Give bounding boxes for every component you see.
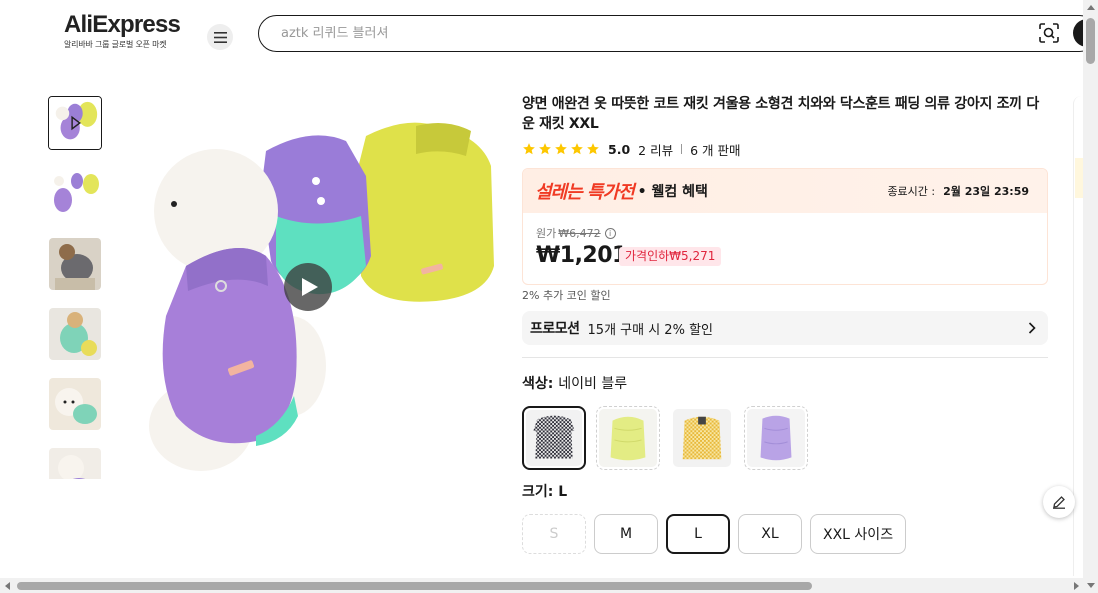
section-divider	[522, 357, 1048, 358]
coin-discount-text: 2% 추가 코인 할인	[522, 289, 611, 302]
color-swatches	[522, 406, 808, 470]
size-option-l[interactable]: L	[666, 514, 730, 554]
divider	[681, 144, 683, 154]
pencil-edit-icon	[1053, 496, 1065, 509]
thumbnail-2[interactable]	[49, 167, 101, 219]
product-title: 양면 애완견 옷 따뜻한 코트 재킷 겨울용 소형견 치와와 닥스훈트 패딩 의…	[522, 96, 1039, 132]
size-label-title: 크기:	[522, 484, 554, 500]
play-icon	[302, 278, 318, 296]
edit-button[interactable]	[1043, 486, 1075, 518]
promotion-row[interactable]: 프로모션 15개 구매 시 2% 할인	[522, 311, 1048, 345]
star-icon	[539, 143, 551, 155]
size-option-m[interactable]: M	[594, 514, 658, 554]
size-option-xl[interactable]: XL	[738, 514, 802, 554]
original-price-label: 원가	[536, 227, 557, 240]
rating-row: 5.0 2 리뷰 6 개 판매	[522, 140, 741, 158]
color-swatch-yellow-check[interactable]	[670, 406, 734, 470]
info-icon[interactable]: i	[604, 227, 616, 239]
thumbnail-5[interactable]	[49, 378, 101, 430]
current-price: ₩1,201	[536, 243, 627, 268]
deal-end-label: 종료시간 :	[887, 185, 936, 198]
size-option-s[interactable]: S	[522, 514, 586, 554]
star-icon	[587, 143, 599, 155]
search-input[interactable]	[281, 24, 881, 42]
deal-end-time: 종료시간 : 2월 23일 23:59	[887, 183, 1029, 199]
size-options: S M L XL XXL 사이즈	[522, 514, 907, 554]
star-icon	[555, 143, 567, 155]
gallery-thumbnails	[48, 96, 102, 479]
welcome-benefit-label: • 웰컴 혜택	[637, 184, 708, 200]
scroll-up-arrow[interactable]	[1087, 5, 1095, 10]
thumbnail-video[interactable]	[48, 96, 102, 150]
aliexpress-logo[interactable]: AliExpress 알리바바 그룹 글로벌 오픈 마켓	[64, 12, 194, 50]
vertical-scrollbar[interactable]	[1083, 0, 1098, 593]
thumbnail-4[interactable]	[49, 308, 101, 360]
scroll-down-arrow[interactable]	[1087, 583, 1095, 588]
camera-search-button[interactable]	[1039, 23, 1059, 43]
horizontal-scrollbar[interactable]	[0, 578, 1083, 593]
size-option-xxl[interactable]: XXL 사이즈	[810, 514, 907, 554]
horizontal-scroll-thumb[interactable]	[17, 582, 812, 590]
vertical-scroll-thumb[interactable]	[1086, 18, 1095, 64]
thumbnail-3[interactable]	[49, 238, 101, 290]
star-icon	[523, 143, 535, 155]
sold-count: 6 개 판매	[690, 142, 741, 158]
scroll-right-arrow[interactable]	[1074, 582, 1079, 590]
rating-value: 5.0	[608, 141, 631, 157]
deal-box: 설레는 특가전 • 웰컴 혜택 종료시간 : 2월 23일 23:59 원가 ₩…	[522, 168, 1048, 285]
color-label-title: 색상:	[522, 376, 554, 392]
discount-badge: 가격인하₩5,271	[619, 247, 722, 266]
original-price: 원가 ₩6,472 i	[536, 225, 616, 241]
review-count-link[interactable]: 2 리뷰	[638, 140, 673, 159]
rating-stars	[522, 142, 600, 156]
selected-size: L	[558, 484, 568, 500]
deal-end-value: 2월 23일 23:59	[943, 185, 1029, 198]
play-video-button[interactable]	[284, 263, 332, 311]
color-swatch-purple[interactable]	[744, 406, 808, 470]
color-swatch-yellow-green[interactable]	[596, 406, 660, 470]
selected-color: 네이비 블루	[558, 376, 628, 392]
color-label: 색상: 네이비 블루	[522, 373, 627, 393]
color-swatch-navy[interactable]	[522, 406, 586, 470]
size-label: 크기: L	[522, 481, 567, 501]
thumbnail-6[interactable]	[49, 448, 101, 479]
scroll-left-arrow[interactable]	[5, 582, 10, 590]
original-price-value: ₩6,472	[558, 226, 601, 240]
promotion-tag: 프로모션	[530, 321, 580, 337]
search-bar	[258, 15, 1098, 52]
logo-tagline: 알리바바 그룹 글로벌 오픈 마켓	[64, 40, 167, 49]
hamburger-menu-icon	[213, 31, 227, 43]
deal-header: 설레는 특가전 • 웰컴 혜택 종료시간 : 2월 23일 23:59	[523, 169, 1047, 213]
menu-button[interactable]	[207, 24, 233, 50]
promotion-text: 15개 구매 시 2% 할인	[587, 322, 713, 338]
logo-text: AliExpress	[64, 11, 181, 38]
chevron-right-icon	[1028, 322, 1036, 334]
deal-campaign-label: 설레는 특가전	[535, 182, 635, 203]
camera-search-icon	[1039, 23, 1059, 43]
star-icon	[571, 143, 583, 155]
